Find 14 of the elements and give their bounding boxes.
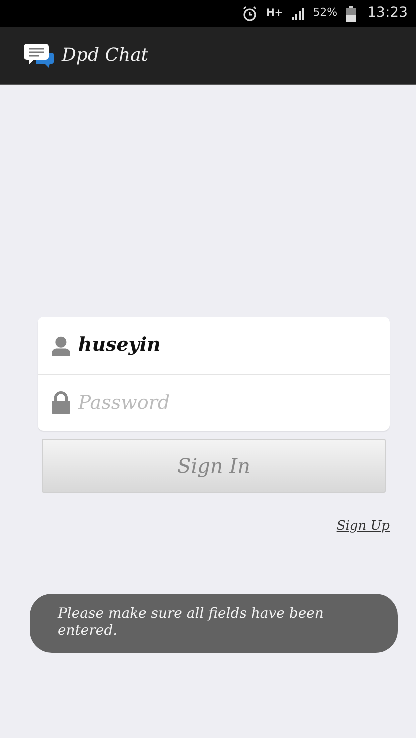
battery-percent: 52% — [313, 5, 338, 22]
user-icon — [52, 334, 70, 356]
password-field[interactable]: Password — [78, 388, 376, 418]
battery-icon — [346, 6, 356, 22]
app-title: Dpd Chat — [62, 44, 149, 68]
toast-message: Please make sure all fields have been entered. — [30, 594, 398, 652]
network-type: H+ — [266, 7, 284, 21]
alarm-icon — [242, 6, 258, 22]
chat-bubbles-icon — [24, 42, 54, 68]
lock-icon — [52, 391, 70, 415]
signal-icon — [291, 6, 306, 20]
clock-time: 13:23 — [368, 4, 408, 23]
sign-up-link[interactable]: Sign Up — [336, 517, 390, 536]
username-field[interactable]: huseyin — [78, 331, 376, 360]
